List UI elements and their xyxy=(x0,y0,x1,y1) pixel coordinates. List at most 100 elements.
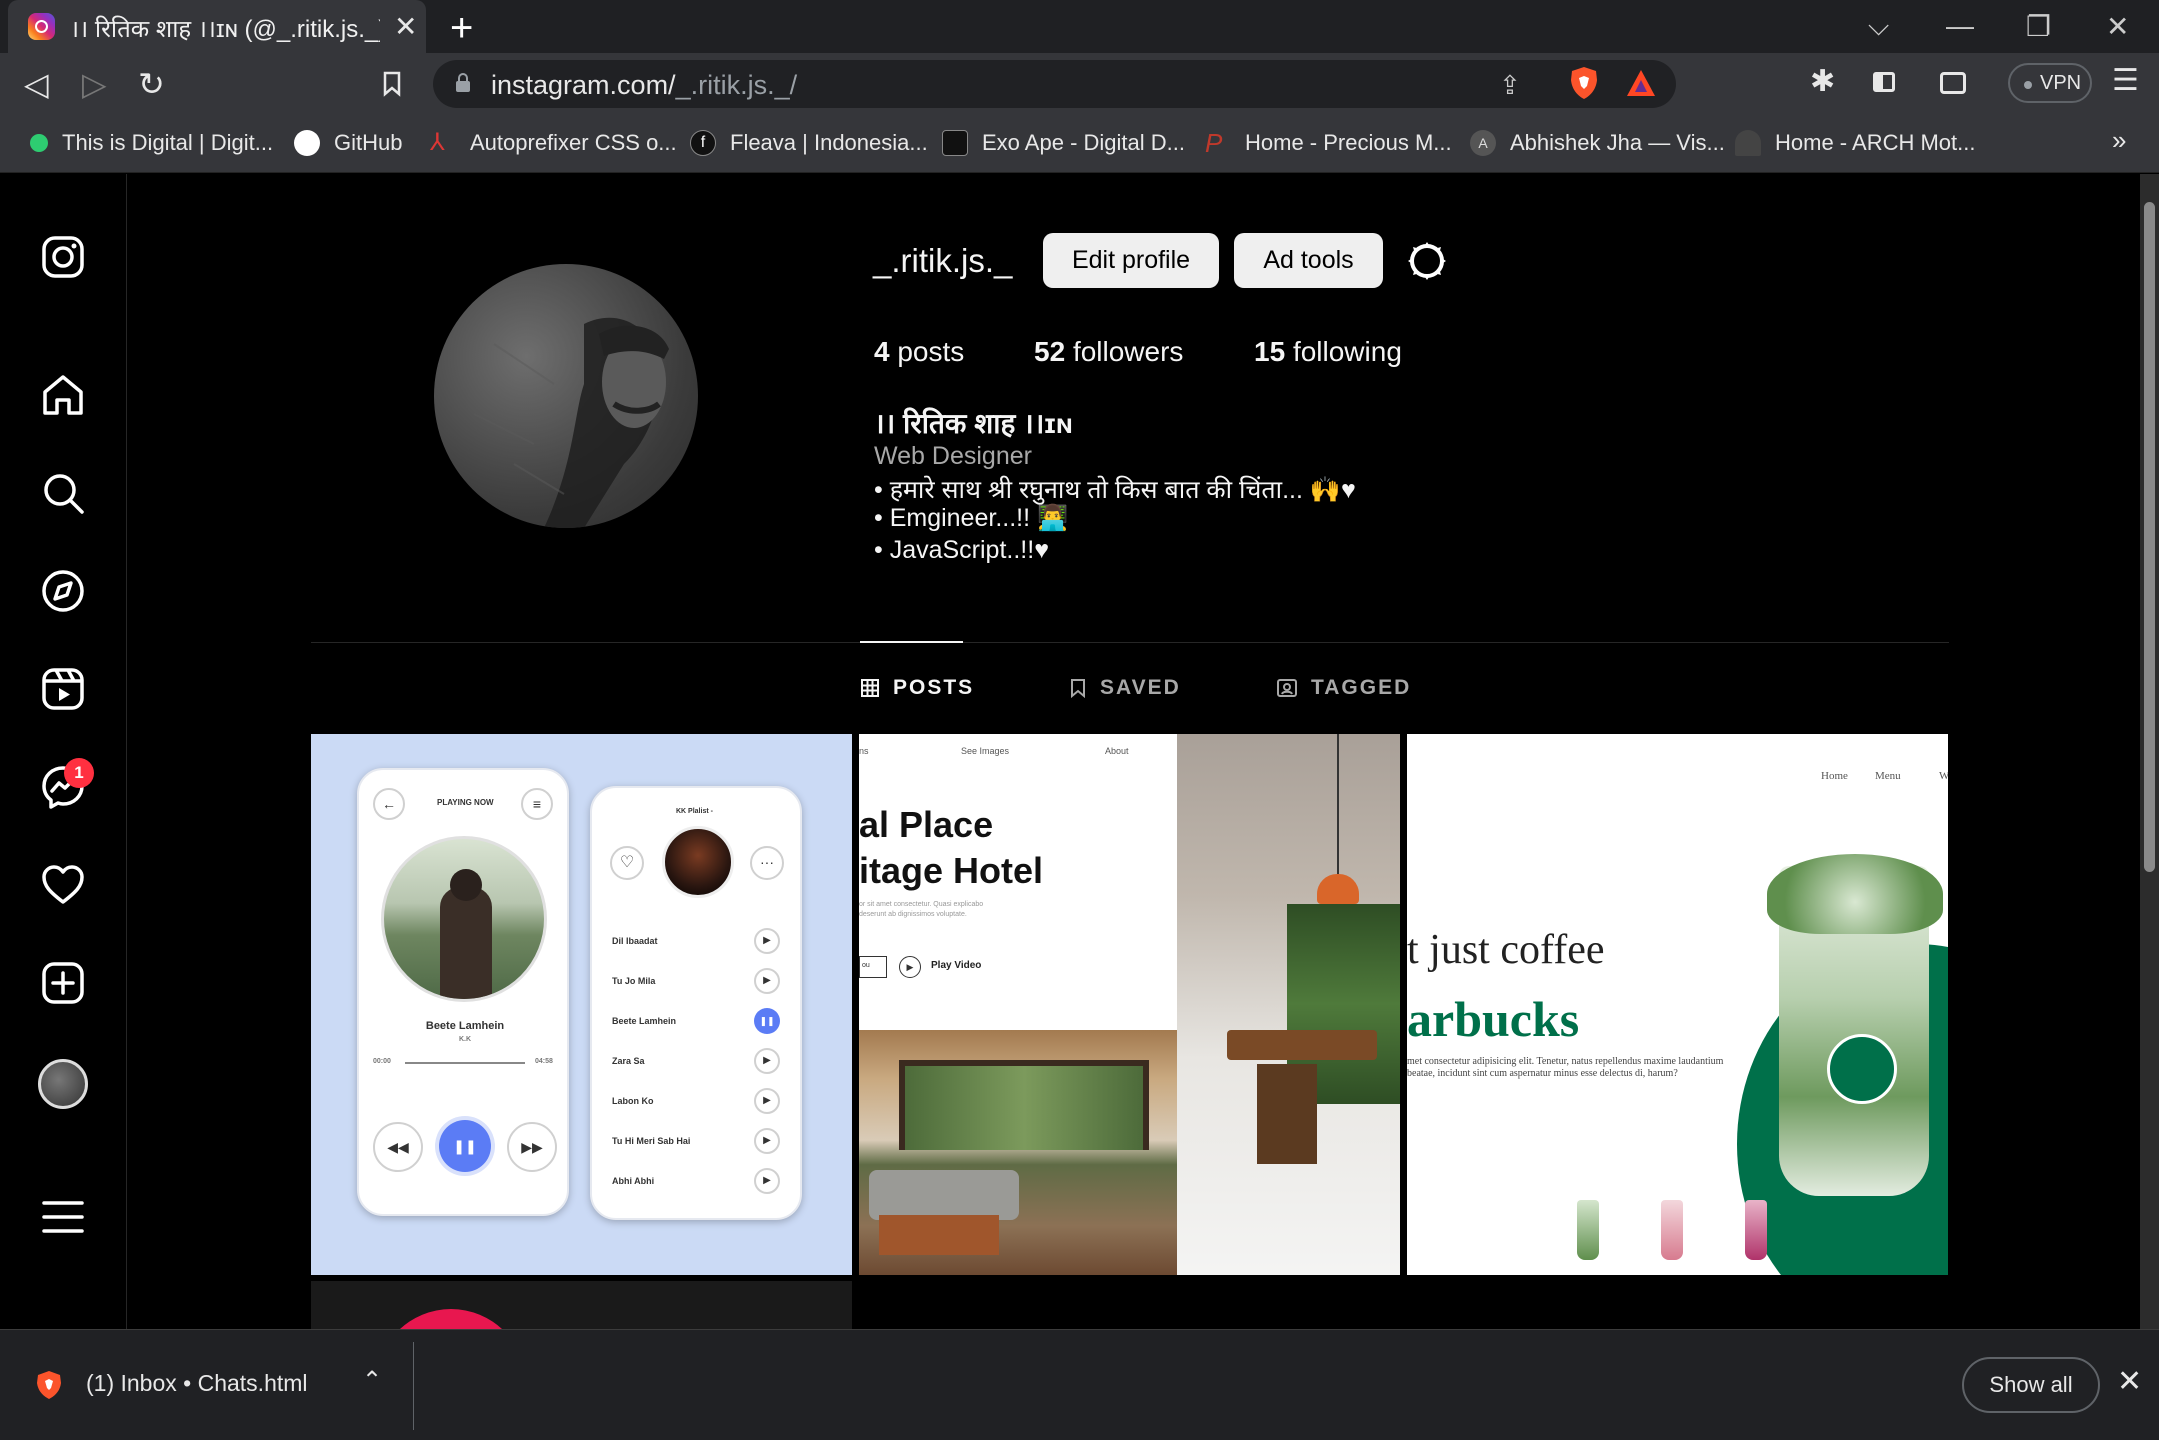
green-dot-icon xyxy=(30,134,48,152)
reload-button[interactable]: ↻ xyxy=(138,65,165,103)
tab-saved-label: SAVED xyxy=(1100,676,1181,699)
bookmarks-overflow-icon[interactable]: » xyxy=(2112,125,2126,156)
brave-rewards-icon[interactable] xyxy=(1625,68,1657,98)
bookmark-item[interactable]: ⅄ Autoprefixer CSS o... xyxy=(430,127,677,159)
dining-chair xyxy=(1257,1064,1317,1164)
playlist-item: Dil Ibaadat xyxy=(612,936,658,946)
forward-button[interactable]: ▷ xyxy=(82,65,107,103)
scrollbar-thumb[interactable] xyxy=(2144,202,2155,872)
share-icon[interactable]: ⇪ xyxy=(1499,70,1521,101)
github-icon xyxy=(294,130,320,156)
browser-tab-active[interactable]: ।। रितिक शाह ।।ɪɴ (@_.ritik.js._) • Inst… xyxy=(8,0,426,53)
profile-picture[interactable] xyxy=(434,264,698,528)
tab-close-icon[interactable]: ✕ xyxy=(394,10,417,43)
ad-tools-button[interactable]: Ad tools xyxy=(1234,233,1383,288)
create-icon[interactable] xyxy=(40,960,86,1006)
wallet-icon[interactable] xyxy=(1940,72,1966,94)
post-partial[interactable] xyxy=(311,1281,852,1329)
lock-icon xyxy=(456,73,470,92)
post-partial-shape xyxy=(376,1309,526,1329)
progress-track xyxy=(405,1062,525,1064)
heart-icon[interactable] xyxy=(40,862,86,908)
tab-tagged[interactable]: TAGGED xyxy=(1277,676,1411,700)
download-file-name[interactable]: (1) Inbox • Chats.html xyxy=(86,1370,308,1397)
album-art xyxy=(381,836,547,1002)
bookmark-item[interactable]: Home - ARCH Mot... xyxy=(1735,127,1975,159)
page-scrollbar[interactable] xyxy=(2140,174,2159,1329)
post-hotel-website[interactable]: ns See Images About al Place itage Hotel… xyxy=(859,734,1400,1275)
tab-title: ।। रितिक शाह ।।ɪɴ (@_.ritik.js._) • Inst… xyxy=(70,16,380,43)
profile-username: _.ritik.js._ xyxy=(873,242,1013,279)
address-bar[interactable]: instagram.com/_.ritik.js._/ ⇪ xyxy=(433,60,1676,108)
play-item-icon: ▶ xyxy=(754,968,780,994)
tab-search-icon[interactable]: ⌵ xyxy=(1868,10,1889,43)
tab-posts-label: POSTS xyxy=(893,676,975,699)
lounge-window xyxy=(899,1060,1149,1150)
url-text[interactable]: instagram.com/_.ritik.js._/ xyxy=(491,70,797,101)
forward-icon: ▶▶ xyxy=(507,1122,557,1172)
tab-saved[interactable]: SAVED xyxy=(1070,676,1181,700)
show-all-downloads-button[interactable]: Show all xyxy=(1962,1357,2100,1413)
mini-cup-berry xyxy=(1745,1200,1767,1260)
pause-icon: ❚❚ xyxy=(439,1120,491,1172)
coffee-nav-menu: Menu xyxy=(1875,770,1901,782)
followers-count[interactable]: 52 followers xyxy=(1034,336,1183,368)
bookmark-page-icon[interactable] xyxy=(382,71,402,97)
close-window-button[interactable]: ✕ xyxy=(2106,10,2129,43)
bookmark-item[interactable]: GitHub xyxy=(294,127,402,159)
bookmark-item[interactable]: Exo Ape - Digital D... xyxy=(942,127,1185,159)
hotel-hero-panel: ns See Images About al Place itage Hotel… xyxy=(859,734,1177,1030)
hotel-headline-1: al Place xyxy=(859,804,994,845)
post-starbucks-website[interactable]: Home Menu W t just coffee arbucks met co… xyxy=(1407,734,1948,1275)
autoprefixer-icon: ⅄ xyxy=(430,129,445,156)
grid-icon xyxy=(861,679,879,697)
bookmark-item[interactable]: P Home - Precious M... xyxy=(1205,127,1452,159)
extensions-icon[interactable]: ✱ xyxy=(1810,64,1835,99)
instagram-logo-icon[interactable] xyxy=(40,234,86,280)
profile-photo-illustration xyxy=(473,317,669,528)
settings-gear-icon[interactable] xyxy=(1406,240,1448,282)
edit-profile-button[interactable]: Edit profile xyxy=(1043,233,1219,288)
bio-line: • हमारे साथ श्री रघुनाथ तो किस बात की चि… xyxy=(874,476,1356,504)
following-count[interactable]: 15 following xyxy=(1254,336,1402,368)
player-phone-mockup: ← PLAYING NOW ≡ Beete Lamhein K.K 00:00 … xyxy=(357,768,569,1216)
hotel-lounge-photo xyxy=(859,1030,1177,1275)
bookmark-label: Autoprefixer CSS o... xyxy=(470,130,677,155)
brave-shields-icon[interactable] xyxy=(1569,66,1599,100)
new-tab-button[interactable]: + xyxy=(450,6,473,51)
close-download-shelf-icon[interactable]: ✕ xyxy=(2117,1364,2142,1399)
explore-icon[interactable] xyxy=(40,568,86,614)
search-icon[interactable] xyxy=(40,470,86,516)
vpn-button[interactable]: VPN xyxy=(2008,63,2092,103)
post-music-player[interactable]: ← PLAYING NOW ≡ Beete Lamhein K.K 00:00 … xyxy=(311,734,852,1275)
sidebar-toggle-icon[interactable] xyxy=(1873,72,1895,92)
playlist-item: Abhi Abhi xyxy=(612,1176,655,1186)
minimize-button[interactable]: — xyxy=(1946,10,1974,42)
back-button[interactable]: ◁ xyxy=(24,65,49,103)
tab-posts[interactable]: POSTS xyxy=(861,676,974,700)
restore-button[interactable]: ❐ xyxy=(2026,10,2051,43)
hotel-dining-photo xyxy=(1177,734,1400,1275)
mini-cup-green xyxy=(1577,1200,1599,1260)
bookmark-item[interactable]: f Fleava | Indonesia... xyxy=(690,127,928,159)
bookmark-item[interactable]: This is Digital | Digit... xyxy=(30,127,273,159)
download-options-chevron-icon[interactable]: ⌃ xyxy=(362,1366,382,1395)
bookmark-item[interactable]: A Abhishek Jha — Vis... xyxy=(1470,127,1725,159)
following-count-label: following xyxy=(1292,336,1402,367)
bookmark-label: Abhishek Jha — Vis... xyxy=(1510,130,1725,155)
song-title: Beete Lamhein xyxy=(425,1020,505,1032)
more-menu-icon[interactable] xyxy=(40,1194,86,1240)
profile-avatar[interactable] xyxy=(38,1059,88,1109)
home-icon[interactable] xyxy=(40,372,86,418)
posts-count: 4 posts xyxy=(874,336,964,368)
play-item-icon: ▶ xyxy=(754,1088,780,1114)
playlist-header: KK Plalist - xyxy=(676,808,713,815)
coffee-body-text: met consectetur adipisicing elit. Tenetu… xyxy=(1407,1056,1724,1079)
hotel-nav-item: About xyxy=(1105,746,1129,756)
bookmarks-bar: This is Digital | Digit... GitHub ⅄ Autop… xyxy=(0,115,2159,173)
precious-icon: P xyxy=(1205,128,1223,158)
url-host: instagram.com/ xyxy=(491,70,676,100)
reels-icon[interactable] xyxy=(40,666,86,712)
hotel-nav-item: See Images xyxy=(961,746,1010,756)
browser-menu-icon[interactable]: ☰ xyxy=(2112,63,2139,98)
